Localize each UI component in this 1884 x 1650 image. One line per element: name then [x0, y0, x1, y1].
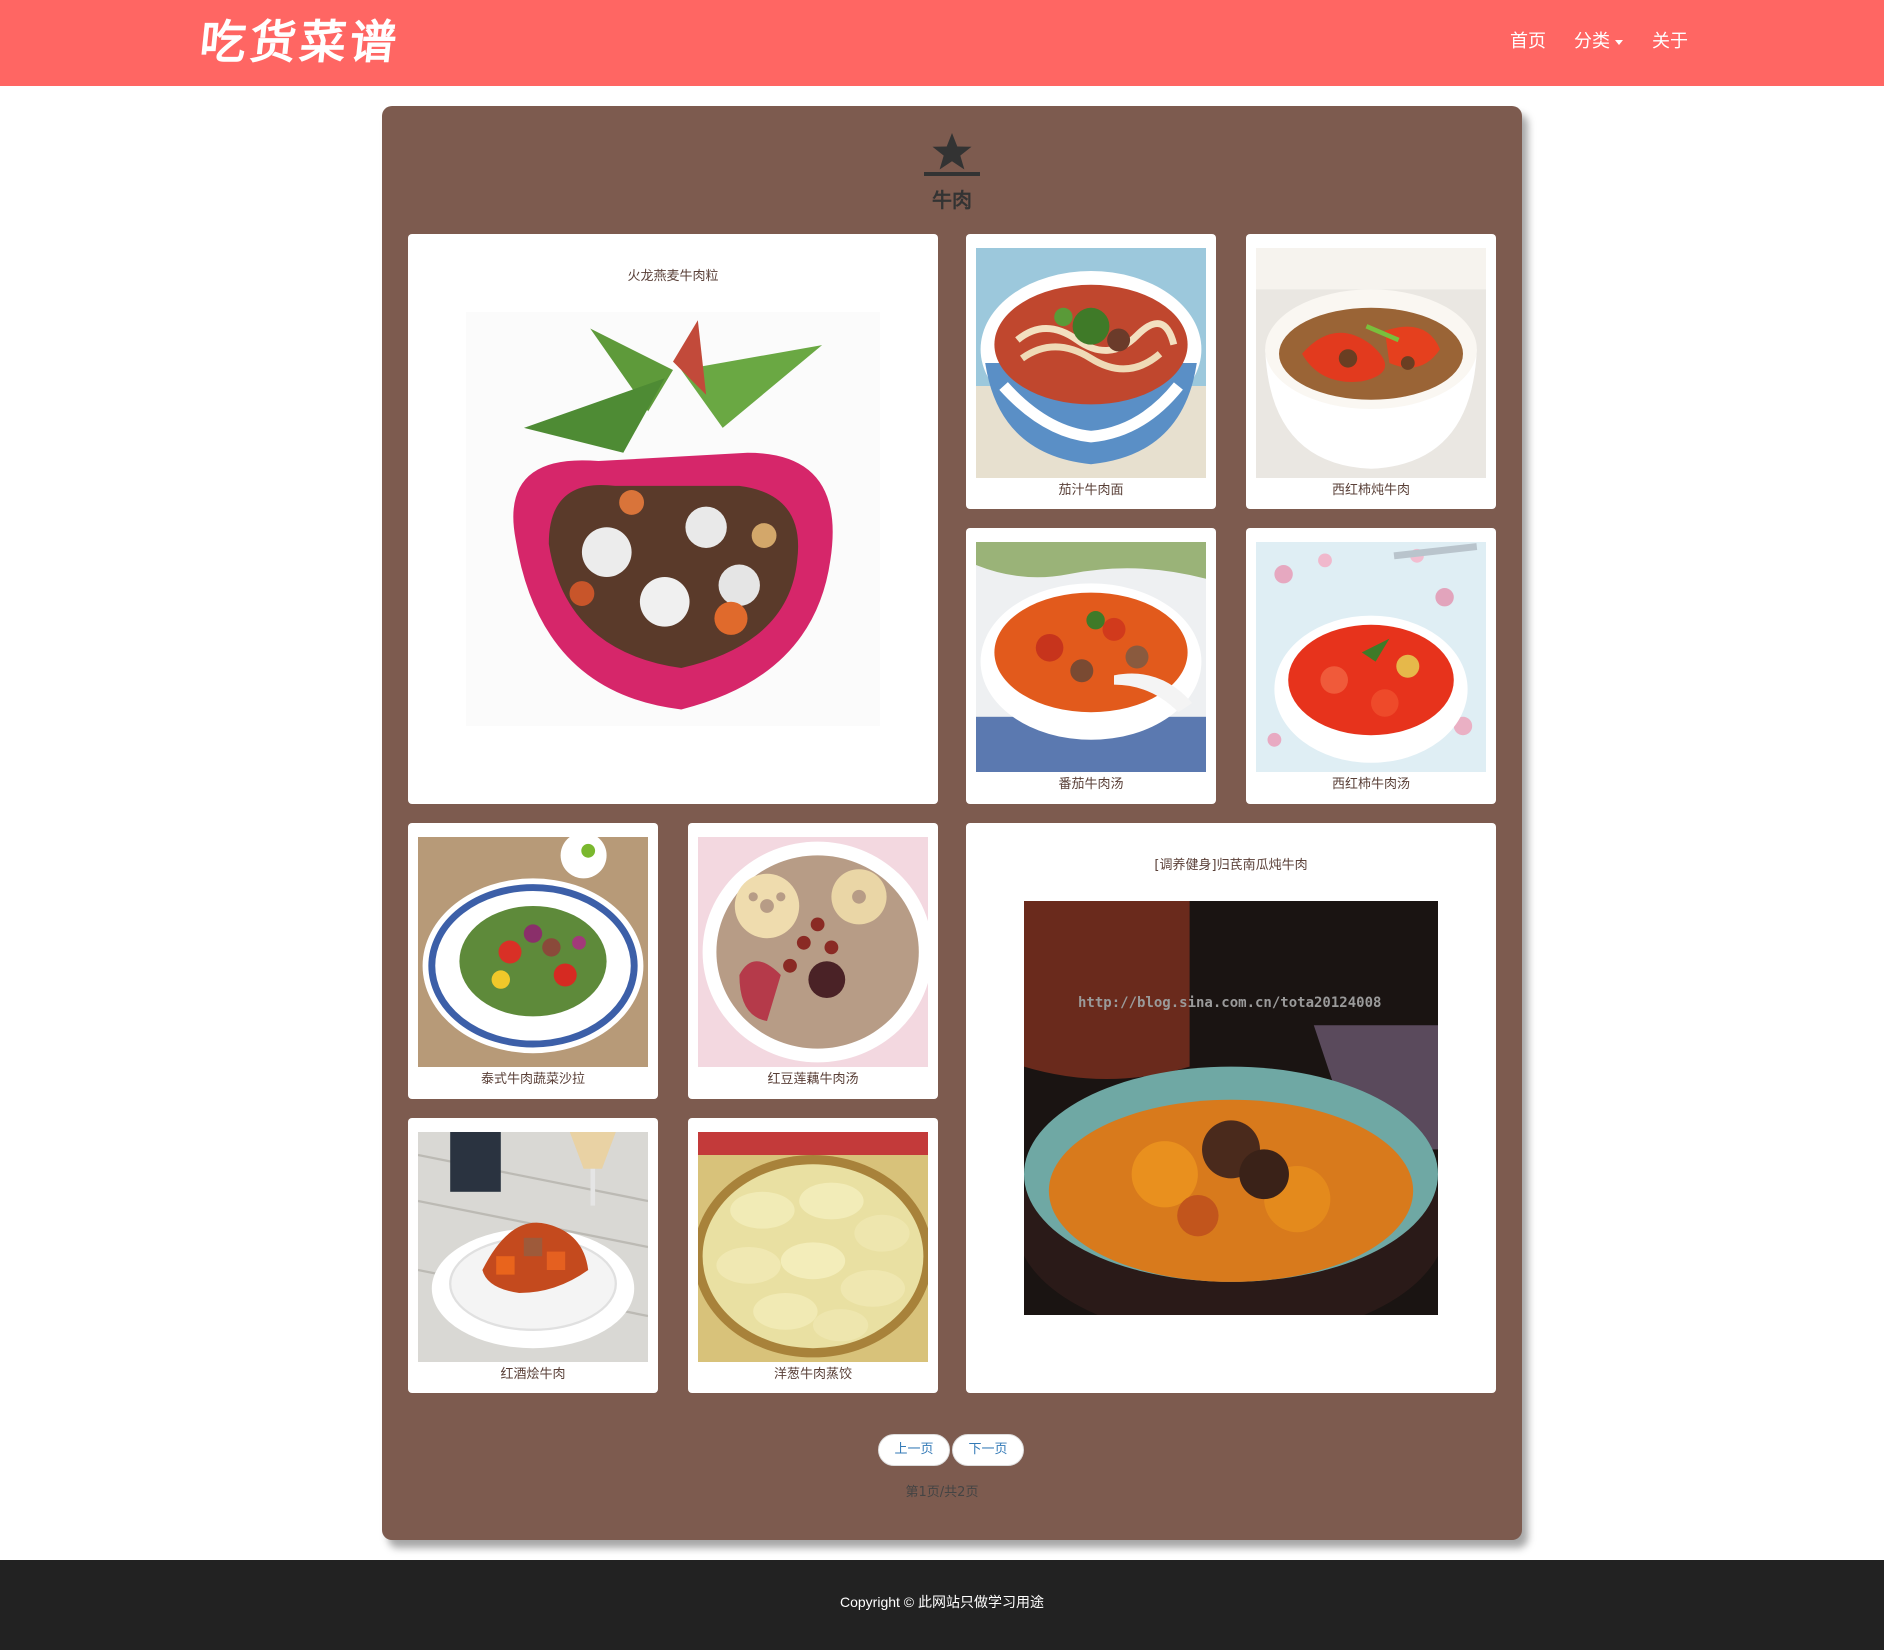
caret-down-icon — [1615, 39, 1623, 45]
nav-home-link[interactable]: 首页 — [1510, 30, 1546, 54]
recipe-card[interactable]: 番茄牛肉汤 — [966, 528, 1216, 804]
category-title: 牛肉 — [932, 188, 972, 212]
top-navbar: 吃货菜谱 首页 分类 关于 — [0, 0, 1884, 86]
recipe-title: 红豆莲藕牛肉汤 — [767, 1072, 859, 1087]
recipe-card[interactable]: 西红柿炖牛肉 — [1246, 234, 1496, 509]
recipe-card-featured[interactable]: 火龙燕麦牛肉粒 — [408, 234, 938, 804]
title-divider — [924, 172, 980, 176]
recipe-title: 茄汁牛肉面 — [1058, 483, 1124, 498]
tomato-beef-broth-photo[interactable] — [1256, 542, 1486, 772]
pumpkin-stewed-beef-photo[interactable]: http://blog.sina.com.cn/tota20124008 — [1024, 901, 1438, 1315]
nav-about-link[interactable]: 关于 — [1652, 30, 1688, 54]
onion-beef-dumplings-photo[interactable] — [698, 1132, 928, 1362]
nav-category-label: 分类 — [1574, 31, 1610, 52]
recipe-title: 红酒烩牛肉 — [500, 1367, 566, 1382]
recipe-card[interactable]: 洋葱牛肉蒸饺 — [688, 1118, 938, 1393]
recipe-card[interactable]: 西红柿牛肉汤 — [1246, 528, 1496, 804]
recipe-card[interactable]: 茄汁牛肉面 — [966, 234, 1216, 509]
recipe-title: 泰式牛肉蔬菜沙拉 — [480, 1072, 585, 1087]
star-icon — [932, 133, 972, 170]
footer: Copyright © 此网站只做学习用途 — [0, 1560, 1884, 1650]
red-wine-beef-photo[interactable] — [418, 1132, 648, 1362]
nav-category-dropdown[interactable]: 分类 — [1574, 30, 1623, 54]
recipe-title: 西红柿炖牛肉 — [1331, 483, 1410, 498]
site-logo[interactable]: 吃货菜谱 — [197, 14, 403, 70]
recipe-title: 洋葱牛肉蒸饺 — [773, 1367, 852, 1382]
thai-beef-salad-photo[interactable] — [418, 837, 648, 1067]
tomato-beef-soup-photo[interactable] — [976, 542, 1206, 772]
dragon-fruit-beef-photo[interactable] — [466, 312, 880, 726]
recipe-card[interactable]: 红酒烩牛肉 — [408, 1118, 658, 1393]
recipe-card[interactable]: 红豆莲藕牛肉汤 — [688, 823, 938, 1099]
image-watermark: http://blog.sina.com.cn/tota20124008 — [1078, 995, 1382, 1011]
tomato-stewed-beef-photo[interactable] — [1256, 248, 1486, 478]
recipe-card-featured[interactable]: [调养健身]归芪南瓜炖牛肉 http://blog.sina.com.cn/to… — [966, 823, 1496, 1393]
lotus-root-beef-soup-photo[interactable] — [698, 837, 928, 1067]
copyright-text: Copyright © 此网站只做学习用途 — [839, 1594, 1044, 1610]
page-info: 第1页/共2页 — [905, 1485, 979, 1500]
prev-page-button[interactable]: 上一页 — [878, 1434, 950, 1466]
recipe-title: 火龙燕麦牛肉粒 — [627, 269, 719, 284]
recipe-title: 番茄牛肉汤 — [1058, 777, 1124, 792]
recipe-panel: 牛肉 火龙燕麦牛肉粒 茄汁牛肉面 西红柿炖牛肉 番茄牛肉汤 西红柿牛肉汤 泰式牛… — [382, 106, 1522, 1540]
tomato-beef-noodle-photo[interactable] — [976, 248, 1206, 478]
recipe-title: [调养健身]归芪南瓜炖牛肉 — [1154, 858, 1308, 873]
next-page-button[interactable]: 下一页 — [952, 1434, 1024, 1466]
recipe-card[interactable]: 泰式牛肉蔬菜沙拉 — [408, 823, 658, 1099]
recipe-title: 西红柿牛肉汤 — [1331, 777, 1410, 792]
